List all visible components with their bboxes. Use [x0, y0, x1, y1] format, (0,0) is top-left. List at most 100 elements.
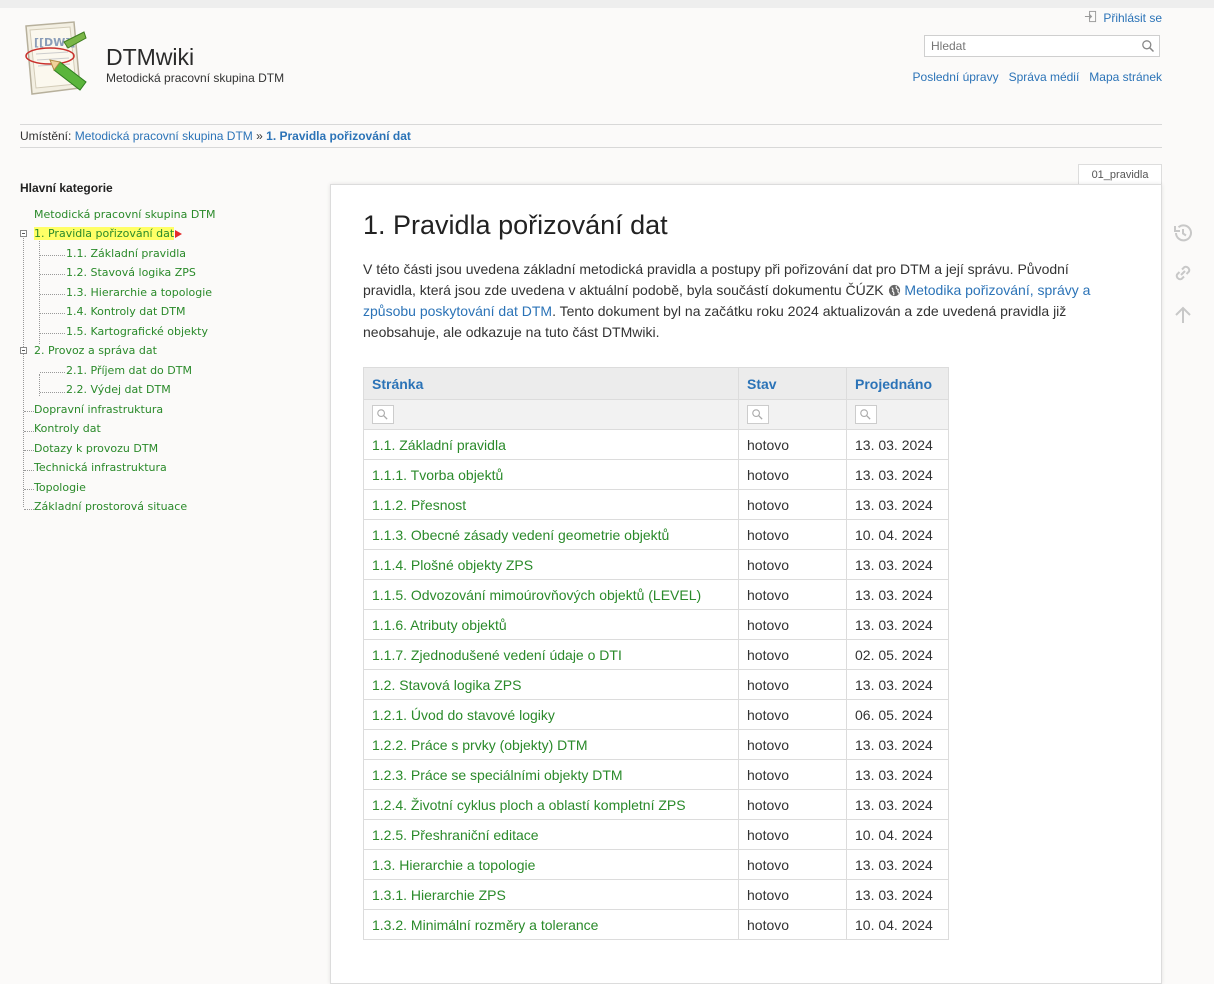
- page-link[interactable]: 1.2.3. Práce se speciálními objekty DTM: [363, 759, 739, 790]
- page-link[interactable]: 1.2. Stavová logika ZPS: [363, 669, 739, 700]
- sitemap-link[interactable]: Mapa stránek: [1089, 70, 1162, 84]
- date-cell: 13. 03. 2024: [846, 759, 949, 790]
- status-cell: hotovo: [738, 759, 847, 790]
- table-row: 1.2.2. Práce s prvky (objekty) DTM hotovo…: [363, 729, 949, 760]
- filter-cell: [738, 399, 847, 430]
- status-cell: hotovo: [738, 459, 847, 490]
- date-cell: 13. 03. 2024: [846, 729, 949, 760]
- tree-line: [40, 294, 65, 295]
- status-cell: hotovo: [738, 579, 847, 610]
- filter-button[interactable]: [747, 405, 769, 424]
- old-revisions-icon[interactable]: [1171, 221, 1195, 245]
- divider: [20, 124, 1162, 125]
- sidebar-item-dotazy[interactable]: Dotazy k provozu DTM: [34, 441, 158, 457]
- site-title[interactable]: DTMwiki: [106, 44, 194, 71]
- login-label: Přihlásit se: [1103, 11, 1162, 25]
- collapse-toggle[interactable]: [20, 347, 27, 354]
- login-link[interactable]: Přihlásit se: [1084, 10, 1162, 26]
- page-link[interactable]: 1.2.1. Úvod do stavové logiky: [363, 699, 739, 730]
- back-to-top-icon[interactable]: [1171, 303, 1195, 327]
- date-cell: 13. 03. 2024: [846, 429, 949, 460]
- page-link[interactable]: 1.1.6. Atributy objektů: [363, 609, 739, 640]
- status-cell: hotovo: [738, 489, 847, 520]
- media-manager-link[interactable]: Správa médií: [1009, 70, 1080, 84]
- column-header-discussed[interactable]: Projednáno: [846, 367, 949, 400]
- tree-line: [24, 470, 34, 471]
- sidebar-item-pravidla[interactable]: 1. Pravidla pořizování dat: [34, 226, 183, 242]
- search-input[interactable]: [925, 36, 1137, 56]
- column-header-status[interactable]: Stav: [738, 367, 847, 400]
- date-cell: 13. 03. 2024: [846, 579, 949, 610]
- page-link[interactable]: 1.2.2. Práce s prvky (objekty) DTM: [363, 729, 739, 760]
- search-box[interactable]: [924, 35, 1160, 57]
- tree-line: [24, 489, 34, 490]
- page-link[interactable]: 1.1.5. Odvozování mimoúrovňových objektů…: [363, 579, 739, 610]
- page-link[interactable]: 1.3. Hierarchie a topologie: [363, 849, 739, 880]
- sidebar-item-hierarchie[interactable]: 1.3. Hierarchie a topologie: [66, 285, 212, 301]
- sidebar-item-label: 1.4. Kontroly dat DTM: [66, 305, 186, 318]
- table-row: 1.2.3. Práce se speciálními objekty DTM h…: [363, 759, 949, 790]
- sidebar-item-kontroly-dat[interactable]: Kontroly dat: [34, 421, 101, 437]
- sidebar-item-label: Dopravní infrastruktura: [34, 403, 164, 416]
- sidebar-item-kartograficke[interactable]: 1.5. Kartografické objekty: [66, 324, 208, 340]
- collapse-toggle[interactable]: [20, 230, 27, 237]
- date-cell: 13. 03. 2024: [846, 849, 949, 880]
- sidebar-item-topologie[interactable]: Topologie: [34, 480, 86, 496]
- breadcrumb-root[interactable]: Metodická pracovní skupina DTM: [75, 129, 253, 143]
- date-cell: 10. 04. 2024: [846, 819, 949, 850]
- sidebar-item-prijem-dat[interactable]: 2.1. Příjem dat do DTM: [66, 363, 192, 379]
- tree-line: [40, 392, 65, 393]
- dokuwiki-logo[interactable]: [[DW]]: [20, 18, 94, 100]
- page-link[interactable]: 1.2.5. Přeshraniční editace: [363, 819, 739, 850]
- breadcrumb-label: Umístění:: [20, 129, 72, 143]
- column-header-page[interactable]: Stránka: [363, 367, 739, 400]
- table-row: 1.1.3. Obecné zásady vedení geometrie ob…: [363, 519, 949, 550]
- status-cell: hotovo: [738, 819, 847, 850]
- sidebar-item-stavova-logika[interactable]: 1.2. Stavová logika ZPS: [66, 265, 196, 281]
- search-icon[interactable]: [1141, 39, 1155, 53]
- filter-button[interactable]: [855, 405, 877, 424]
- page-link[interactable]: 1.1.7. Zjednodušené vedení údaje o DTI: [363, 639, 739, 670]
- tree-line: [40, 255, 65, 256]
- date-cell: 13. 03. 2024: [846, 789, 949, 820]
- sidebar-item-dopravni[interactable]: Dopravní infrastruktura: [34, 402, 163, 418]
- sidebar-item-label: 1.1. Základní pravidla: [66, 247, 187, 260]
- page-link[interactable]: 1.1. Základní pravidla: [363, 429, 739, 460]
- sidebar-item-technicka[interactable]: Technická infrastruktura: [34, 460, 167, 476]
- sidebar-item-label: 1.3. Hierarchie a topologie: [66, 286, 213, 299]
- backlinks-icon[interactable]: [1171, 261, 1195, 285]
- sidebar-item-vydej-dat[interactable]: 2.2. Výdej dat DTM: [66, 382, 171, 398]
- status-cell: hotovo: [738, 909, 847, 940]
- page-link[interactable]: 1.2.4. Životní cyklus ploch a oblastí ko…: [363, 789, 739, 820]
- table-row: 1.3.2. Minimální rozměry a tolerance hoto…: [363, 909, 949, 940]
- table-row: 1.2.5. Přeshraniční editace hotovo 10. 04.…: [363, 819, 949, 850]
- sidebar-item-zakladni-situace[interactable]: Základní prostorová situace: [34, 499, 187, 515]
- filter-cell: [363, 399, 739, 430]
- status-cell: hotovo: [738, 789, 847, 820]
- status-cell: hotovo: [738, 639, 847, 670]
- status-cell: hotovo: [738, 669, 847, 700]
- breadcrumb-current[interactable]: 1. Pravidla pořizování dat: [266, 129, 411, 143]
- page-link[interactable]: 1.3.2. Minimální rozměry a tolerance: [363, 909, 739, 940]
- tree-line: [40, 313, 65, 314]
- filter-button[interactable]: [372, 405, 394, 424]
- tree-line: [24, 411, 34, 412]
- page-link[interactable]: 1.1.2. Přesnost: [363, 489, 739, 520]
- date-cell: 13. 03. 2024: [846, 669, 949, 700]
- recent-changes-link[interactable]: Poslední úpravy: [913, 70, 999, 84]
- page-link[interactable]: 1.3.1. Hierarchie ZPS: [363, 879, 739, 910]
- status-cell: hotovo: [738, 609, 847, 640]
- page-link[interactable]: 1.1.4. Plošné objekty ZPS: [363, 549, 739, 580]
- page-link[interactable]: 1.1.3. Obecné zásady vedení geometrie ob…: [363, 519, 739, 550]
- table-row: 1.1.5. Odvozování mimoúrovňových objektů…: [363, 579, 949, 610]
- page-id-tab: 01_pravidla: [1078, 164, 1162, 185]
- date-cell: 06. 05. 2024: [846, 699, 949, 730]
- sidebar-item-metodicka-skupina[interactable]: Metodická pracovní skupina DTM: [34, 207, 216, 223]
- page-link[interactable]: 1.1.1. Tvorba objektů: [363, 459, 739, 490]
- sidebar-item-kontroly-dat-dtm[interactable]: 1.4. Kontroly dat DTM: [66, 304, 185, 320]
- date-cell: 13. 03. 2024: [846, 879, 949, 910]
- login-icon: [1084, 10, 1097, 26]
- sidebar-item-zakladni-pravidla[interactable]: 1.1. Základní pravidla: [66, 246, 186, 262]
- sidebar-item-provoz[interactable]: 2. Provoz a správa dat: [34, 343, 157, 359]
- sidebar-title: Hlavní kategorie: [20, 181, 113, 195]
